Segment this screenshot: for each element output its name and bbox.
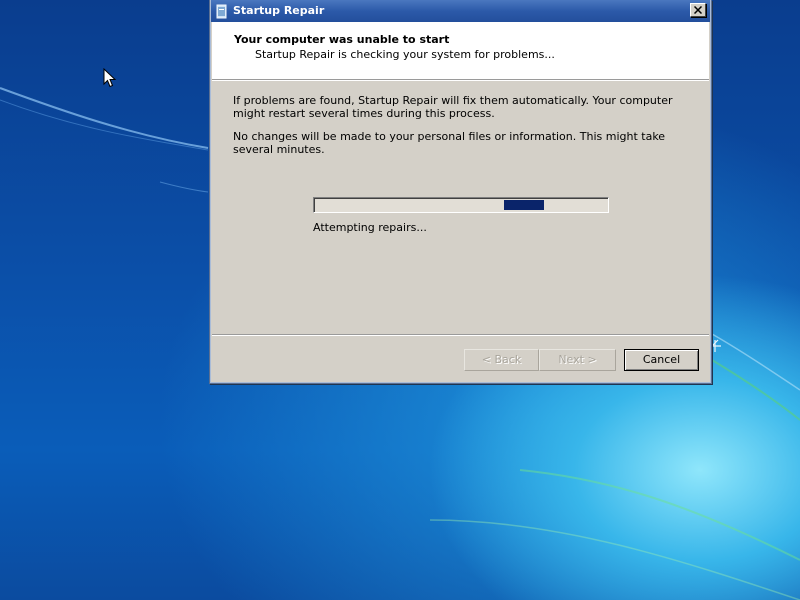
privacy-paragraph: No changes will be made to your personal… (233, 130, 666, 156)
header-divider (212, 80, 709, 81)
title-bar[interactable]: Startup Repair (211, 0, 710, 22)
dialog-header: Your computer was unable to start Startu… (212, 22, 709, 80)
startup-repair-icon (216, 4, 228, 19)
header-title: Your computer was unable to start (234, 33, 450, 46)
startup-repair-dialog: Startup Repair Your computer was unable … (209, 0, 712, 384)
cancel-button[interactable]: Cancel (624, 349, 699, 371)
close-icon (693, 4, 703, 17)
progress-status-text: Attempting repairs... (313, 221, 427, 234)
header-subtitle: Startup Repair is checking your system f… (255, 48, 555, 61)
info-paragraph: If problems are found, Startup Repair wi… (233, 94, 673, 120)
next-button[interactable]: Next > (539, 349, 616, 371)
back-button[interactable]: < Back (464, 349, 539, 371)
window-title: Startup Repair (233, 4, 325, 17)
close-button[interactable] (690, 3, 706, 17)
progress-bar (313, 197, 609, 213)
progress-indicator-block (504, 200, 544, 210)
footer-divider (212, 334, 709, 336)
